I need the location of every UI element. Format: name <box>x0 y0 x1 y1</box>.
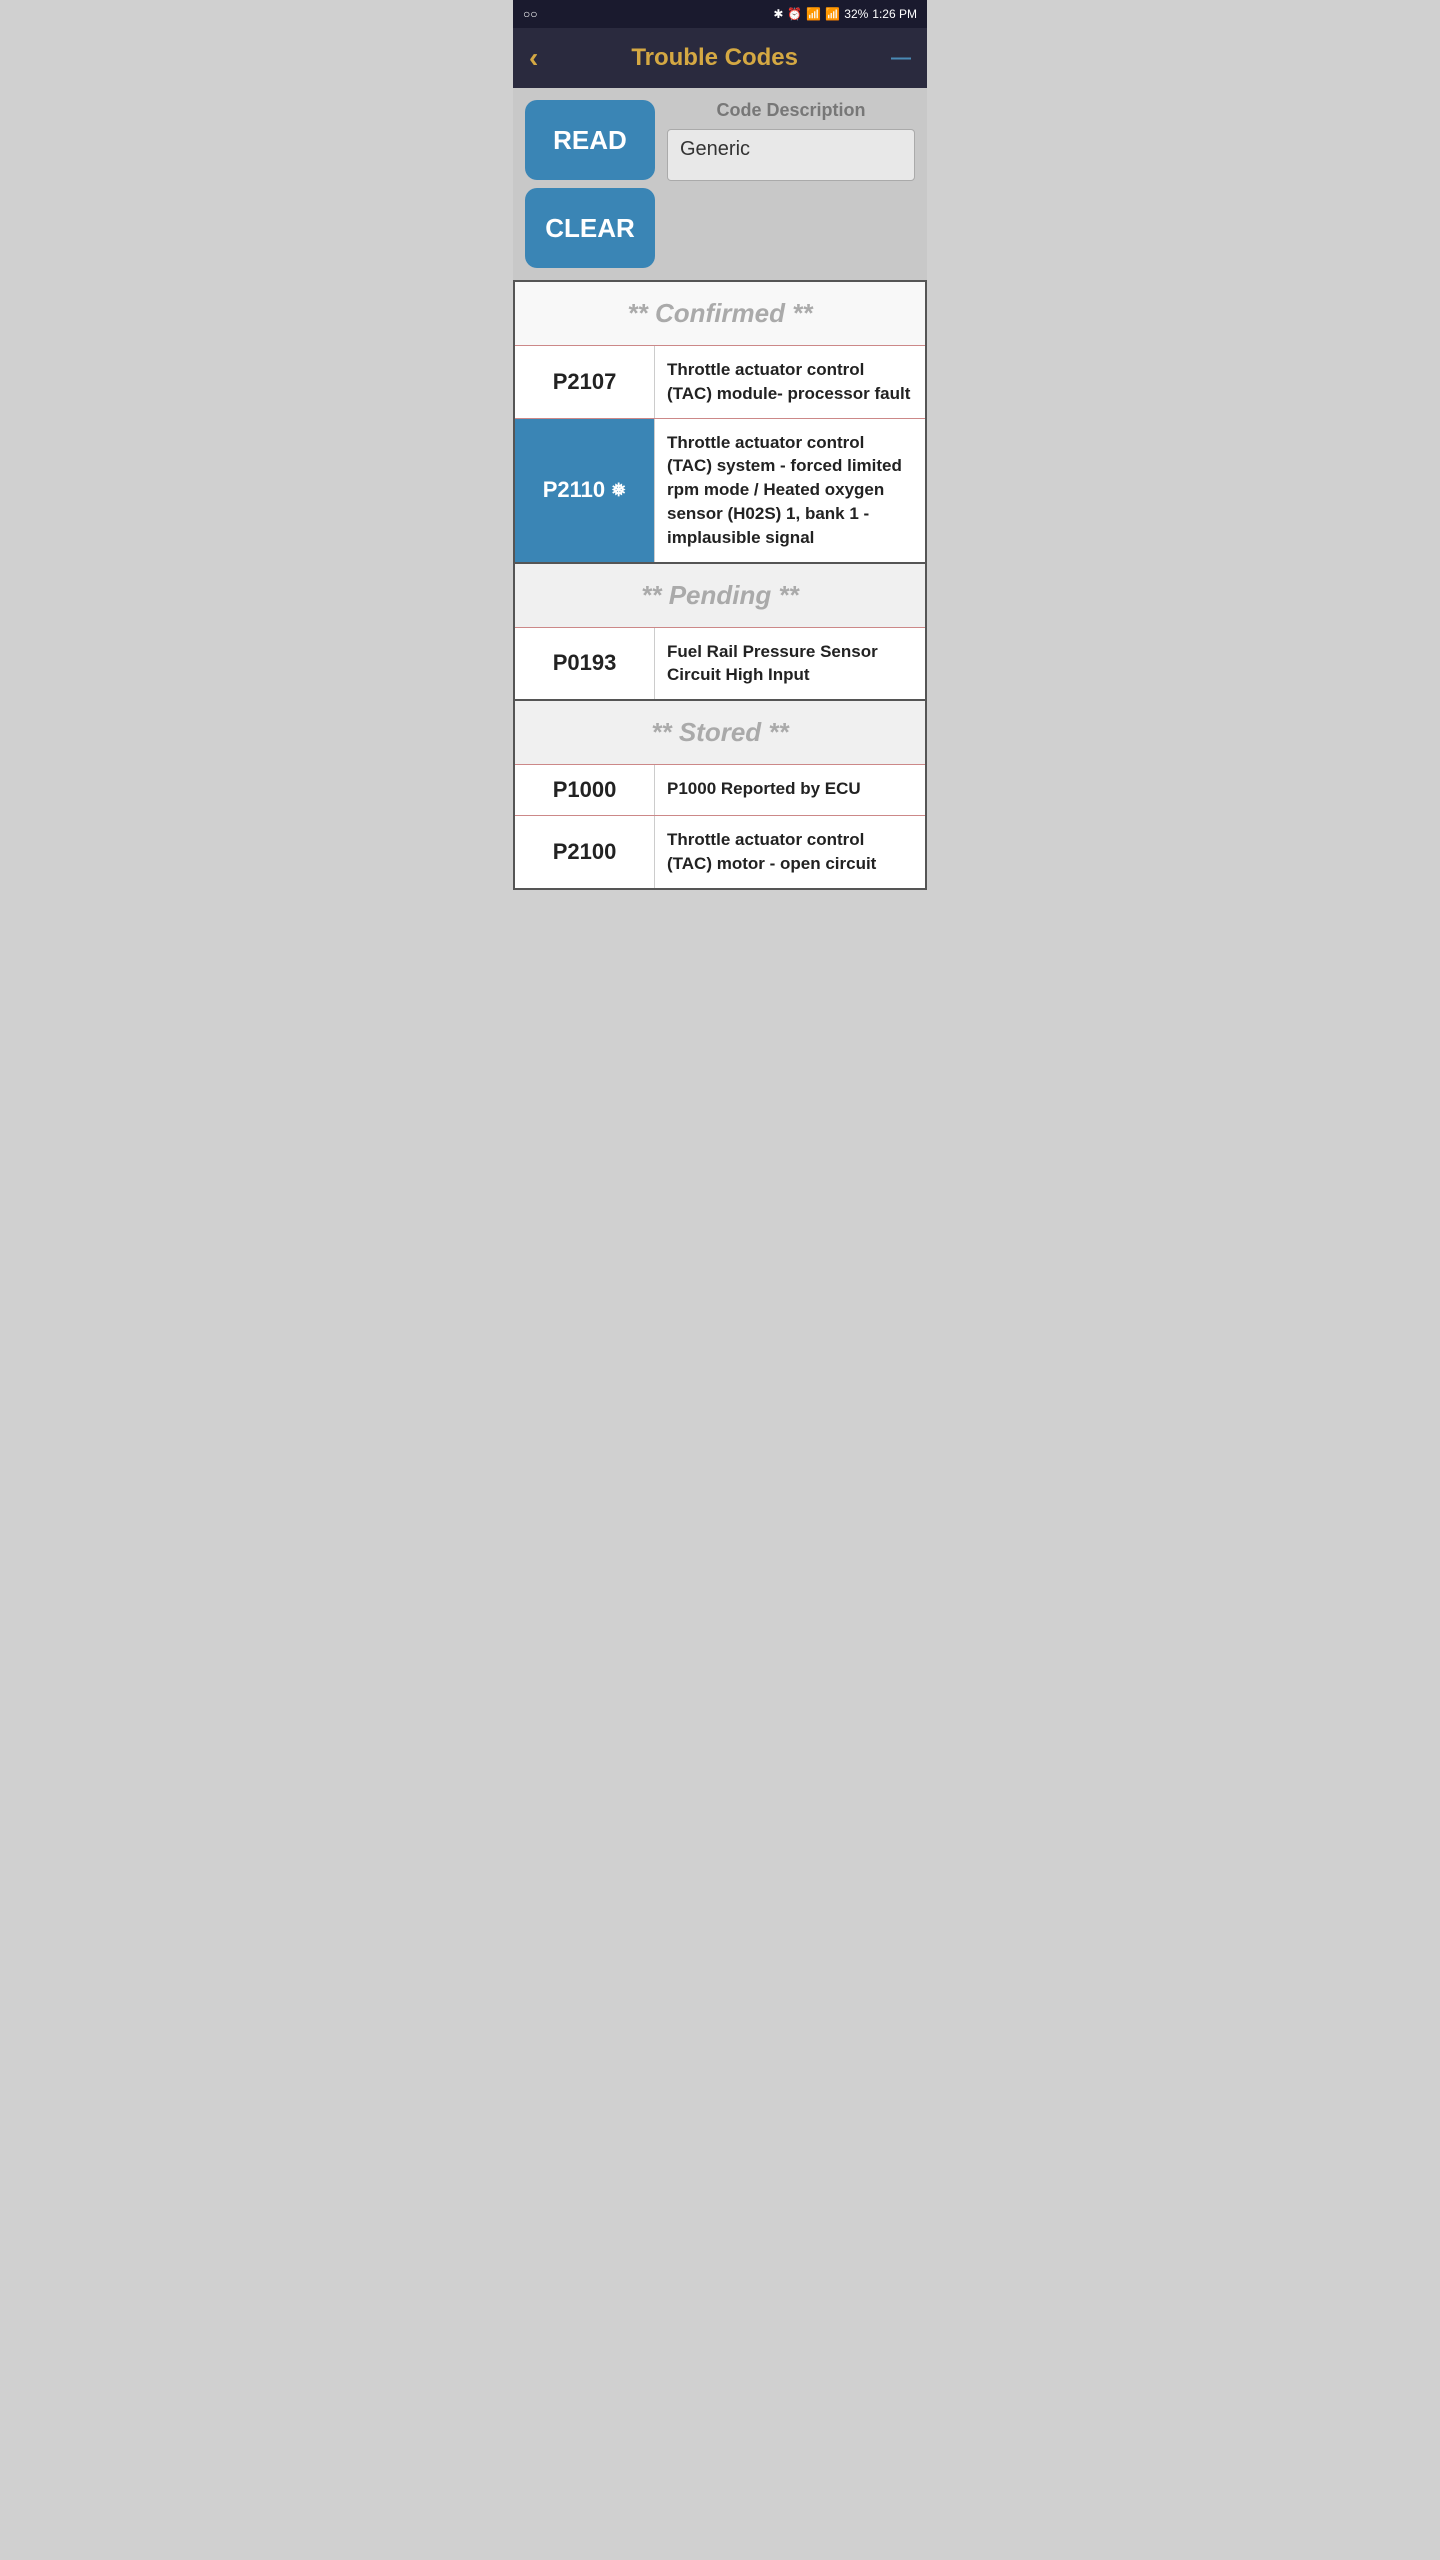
dtc-code: P2107 <box>553 369 617 395</box>
codes-table: ** Confirmed ** P2107 Throttle actuator … <box>513 280 927 890</box>
status-left: ○○ <box>523 7 538 21</box>
stored-label: ** Stored ** <box>651 717 788 747</box>
dtc-code: P1000 <box>553 777 617 803</box>
signal-icon: 📶 <box>825 7 840 21</box>
table-row[interactable]: P1000 P1000 Reported by ECU <box>515 764 925 815</box>
description-cell: Throttle actuator control (TAC) module- … <box>655 346 925 418</box>
read-button[interactable]: READ <box>525 100 655 180</box>
dtc-code: P0193 <box>553 650 617 676</box>
confirmed-label: ** Confirmed ** <box>628 298 813 328</box>
code-description-value: Generic <box>667 129 915 181</box>
code-description-label: Code Description <box>667 100 915 121</box>
status-bar: ○○ ✱ ⏰ 📶 📶 32% 1:26 PM <box>513 0 927 28</box>
dtc-description: Throttle actuator control (TAC) motor - … <box>667 830 876 873</box>
code-cell: P2100 <box>515 816 655 888</box>
table-row[interactable]: P2107 Throttle actuator control (TAC) mo… <box>515 345 925 418</box>
code-description-area: Code Description Generic <box>667 100 915 181</box>
button-group: READ CLEAR <box>525 100 655 268</box>
confirmed-section-header: ** Confirmed ** <box>515 282 925 345</box>
dtc-code: P2110 <box>543 477 605 503</box>
code-cell-highlighted: P2110 ❅ <box>515 419 655 562</box>
page-title: Trouble Codes <box>631 44 798 72</box>
code-cell: P2107 <box>515 346 655 418</box>
dtc-code: P2100 <box>553 839 617 865</box>
description-cell: Throttle actuator control (TAC) motor - … <box>655 816 925 888</box>
description-cell: P1000 Reported by ECU <box>655 765 925 815</box>
dtc-description: Fuel Rail Pressure Sensor Circuit High I… <box>667 642 878 685</box>
description-cell: Throttle actuator control (TAC) system -… <box>655 419 925 562</box>
dtc-description: P1000 Reported by ECU <box>667 779 861 798</box>
header: ‹ Trouble Codes — <box>513 28 927 88</box>
controls-area: READ CLEAR Code Description Generic <box>513 88 927 280</box>
code-cell: P0193 <box>515 628 655 700</box>
time-text: 1:26 PM <box>872 7 917 21</box>
dtc-description: Throttle actuator control (TAC) system -… <box>667 433 902 547</box>
back-button[interactable]: ‹ <box>529 44 538 72</box>
code-cell: P1000 <box>515 765 655 815</box>
freeze-frame-icon: ❅ <box>611 480 626 501</box>
battery-text: 32% <box>844 7 868 21</box>
clear-button[interactable]: CLEAR <box>525 188 655 268</box>
bluetooth-icon: ✱ <box>773 7 783 21</box>
pending-label: ** Pending ** <box>641 580 798 610</box>
alarm-icon: ⏰ <box>787 7 802 21</box>
table-row[interactable]: P2100 Throttle actuator control (TAC) mo… <box>515 815 925 888</box>
minimize-button[interactable]: — <box>891 48 911 68</box>
description-cell: Fuel Rail Pressure Sensor Circuit High I… <box>655 628 925 700</box>
dtc-description: Throttle actuator control (TAC) module- … <box>667 360 910 403</box>
stored-section-header: ** Stored ** <box>515 699 925 764</box>
table-row[interactable]: P2110 ❅ Throttle actuator control (TAC) … <box>515 418 925 562</box>
status-right: ✱ ⏰ 📶 📶 32% 1:26 PM <box>773 7 917 21</box>
wifi-icon: 📶 <box>806 7 821 21</box>
pending-section-header: ** Pending ** <box>515 562 925 627</box>
table-row[interactable]: P0193 Fuel Rail Pressure Sensor Circuit … <box>515 627 925 700</box>
